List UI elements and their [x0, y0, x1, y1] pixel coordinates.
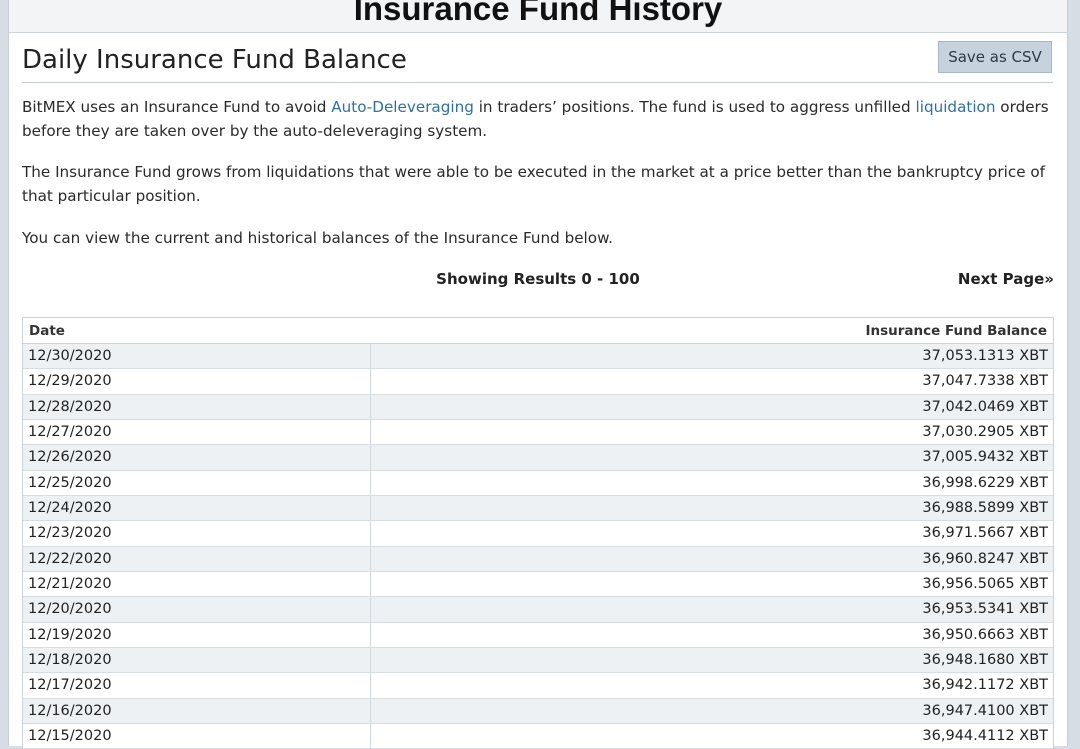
table-row: 12/25/2020 36,998.6229 XBT	[23, 470, 1053, 496]
section-title: Daily Insurance Fund Balance	[22, 45, 407, 75]
date-cell: 12/19/2020	[23, 622, 371, 647]
table-row: 12/28/2020 37,042.0469 XBT	[23, 394, 1053, 420]
table-row: 12/21/2020 36,956.5065 XBT	[23, 571, 1053, 598]
balance-cell: 36,944.4112 XBT	[922, 728, 1048, 745]
intro-paragraph-1: BitMEX uses an Insurance Fund to avoid A…	[22, 95, 1057, 143]
balance-cell: 36,942.1172 XBT	[922, 677, 1048, 694]
column-header-balance[interactable]: Insurance Fund Balance	[371, 323, 1053, 339]
date-cell: 12/25/2020	[23, 470, 371, 495]
date-cell: 12/28/2020	[23, 394, 371, 419]
intro-paragraph-2: The Insurance Fund grows from liquidatio…	[22, 163, 1046, 205]
table-row: 12/20/2020 36,953.5341 XBT	[23, 597, 1053, 623]
date-cell: 12/23/2020	[23, 521, 371, 546]
table-header: Date Insurance Fund Balance	[23, 318, 1053, 344]
date-cell: 12/15/2020	[23, 723, 371, 749]
table-row: 12/29/2020 37,047.7338 XBT	[23, 369, 1053, 395]
balance-cell: 36,988.5899 XBT	[922, 500, 1048, 517]
intro-paragraph-3: You can view the current and historical …	[22, 229, 613, 247]
table-row: 12/16/2020 36,947.4100 XBT	[23, 698, 1053, 724]
intro-text: BitMEX uses an Insurance Fund to avoid	[22, 98, 332, 116]
date-cell: 12/22/2020	[23, 546, 371, 571]
date-cell: 12/26/2020	[23, 445, 371, 470]
next-page-link[interactable]: Next Page»	[958, 270, 1054, 288]
date-cell: 12/30/2020	[23, 344, 371, 369]
date-cell: 12/16/2020	[23, 698, 371, 723]
table-row: 12/27/2020 37,030.2905 XBT	[23, 419, 1053, 446]
table-row: 12/26/2020 37,005.9432 XBT	[23, 445, 1053, 471]
table-row: 12/30/2020 37,053.1313 XBT	[23, 344, 1053, 370]
results-count: Showing Results 0 - 100	[436, 270, 640, 288]
save-csv-button[interactable]: Save as CSV	[938, 41, 1052, 73]
table-row: 12/17/2020 36,942.1172 XBT	[23, 673, 1053, 699]
table-row: 12/22/2020 36,960.8247 XBT	[23, 546, 1053, 572]
title-divider	[22, 82, 1053, 83]
balance-cell: 37,053.1313 XBT	[922, 348, 1048, 365]
balance-cell: 36,960.8247 XBT	[922, 550, 1048, 567]
table-row: 12/24/2020 36,988.5899 XBT	[23, 495, 1053, 522]
balance-cell: 36,971.5667 XBT	[922, 525, 1048, 542]
balance-cell: 36,948.1680 XBT	[922, 652, 1048, 669]
balance-cell: 37,005.9432 XBT	[922, 449, 1048, 466]
date-cell: 12/24/2020	[23, 495, 371, 521]
balance-cell: 36,998.6229 XBT	[922, 474, 1048, 491]
table-row: 12/19/2020 36,950.6663 XBT	[23, 622, 1053, 648]
balance-cell: 36,950.6663 XBT	[922, 626, 1048, 643]
table-body: 12/30/2020 37,053.1313 XBT 12/29/2020 37,04…	[23, 344, 1053, 749]
balance-cell: 37,042.0469 XBT	[922, 398, 1048, 415]
insurance-fund-table: Date Insurance Fund Balance 12/30/2020 37…	[22, 317, 1054, 749]
intro-text: in traders’ positions. The fund is used …	[473, 98, 916, 116]
balance-cell: 37,030.2905 XBT	[922, 424, 1048, 441]
page-frame: Insurance Fund History Daily Insurance F…	[8, 0, 1068, 749]
balance-cell: 36,947.4100 XBT	[922, 702, 1048, 719]
page-header-title: Insurance Fund History	[9, 0, 1067, 33]
table-row: 12/15/2020 36,944.4112 XBT	[23, 723, 1053, 749]
date-cell: 12/20/2020	[23, 597, 371, 622]
table-row: 12/18/2020 36,948.1680 XBT	[23, 647, 1053, 674]
balance-cell: 36,956.5065 XBT	[922, 576, 1048, 593]
auto-deleveraging-link[interactable]: Auto-Deleveraging	[331, 98, 474, 116]
date-cell: 12/21/2020	[23, 571, 371, 597]
table-row: 12/23/2020 36,971.5667 XBT	[23, 521, 1053, 547]
balance-cell: 36,953.5341 XBT	[922, 601, 1048, 618]
column-header-date[interactable]: Date	[23, 323, 371, 339]
date-cell: 12/17/2020	[23, 673, 371, 698]
balance-cell: 37,047.7338 XBT	[922, 373, 1048, 390]
liquidation-link[interactable]: liquidation	[916, 98, 996, 116]
date-cell: 12/29/2020	[23, 369, 371, 394]
date-cell: 12/27/2020	[23, 419, 371, 445]
date-cell: 12/18/2020	[23, 647, 371, 673]
